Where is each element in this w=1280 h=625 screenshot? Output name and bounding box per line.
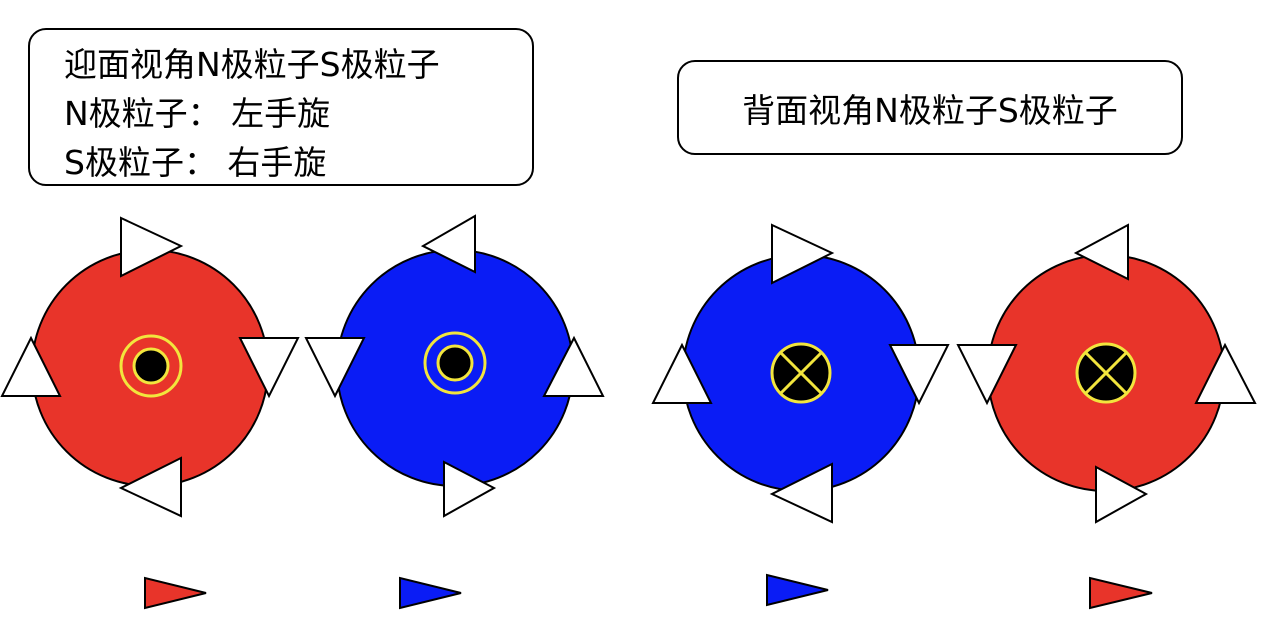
blue-direction-pointer-icon: [399, 576, 462, 610]
x-into-page-icon: [770, 342, 832, 404]
particle-back-s-red: [956, 223, 1257, 524]
blue-direction-pointer-icon: [766, 573, 829, 607]
particle-front-n-red: [0, 216, 300, 518]
dot-out-of-page-icon: [132, 347, 170, 385]
particle-front-s-blue: [304, 214, 605, 518]
particle-back-n-blue: [651, 223, 950, 524]
dot-out-of-page-icon: [436, 344, 474, 382]
x-into-page-icon: [1075, 342, 1137, 404]
red-direction-pointer-icon: [1089, 576, 1153, 610]
red-direction-pointer-icon: [144, 576, 207, 610]
particle-diagram: [0, 214, 1257, 610]
